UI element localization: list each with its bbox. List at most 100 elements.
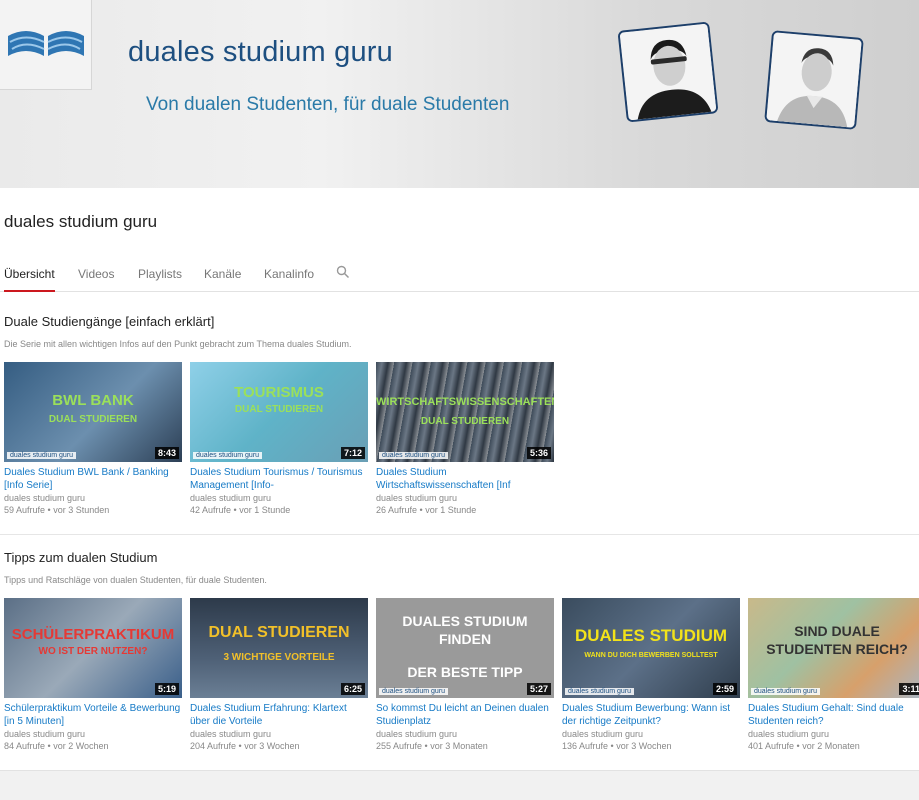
video-views: 59 Aufrufe xyxy=(4,505,46,515)
video-card[interactable]: SIND DUALE STUDENTEN REICH? duales studi… xyxy=(748,598,919,752)
video-stats: 42 Aufrufe • vor 1 Stunde xyxy=(190,505,291,515)
tab-playlists[interactable]: Playlists xyxy=(138,267,182,292)
video-card[interactable]: SCHÜLERPRAKTIKUM WO IST DER NUTZEN? 5:19… xyxy=(4,598,182,752)
video-views: 401 Aufrufe xyxy=(748,741,795,751)
video-title[interactable]: Duales Studium Bewerbung: Wann ist der r… xyxy=(562,702,740,728)
thumbnail-watermark: duales studium guru xyxy=(565,688,635,695)
video-duration: 8:43 xyxy=(154,447,179,459)
video-views: 26 Aufrufe xyxy=(376,505,418,515)
video-thumbnail[interactable]: TOURISMUS DUAL STUDIEREN duales studium … xyxy=(190,362,368,462)
tab-kanalinfo[interactable]: Kanalinfo xyxy=(264,267,314,292)
thumbnail-text: TOURISMUS xyxy=(234,384,324,401)
video-channel[interactable]: duales studium guru xyxy=(4,728,182,740)
video-views: 255 Aufrufe xyxy=(376,741,423,751)
video-thumbnail[interactable]: SCHÜLERPRAKTIKUM WO IST DER NUTZEN? 5:19 xyxy=(4,598,182,698)
thumbnail-text: DUALES STUDIUM FINDEN xyxy=(402,613,528,647)
search-icon[interactable] xyxy=(336,265,350,279)
video-card[interactable]: WIRTSCHAFTSWISSENSCHAFTEN DUAL STUDIEREN… xyxy=(376,362,554,516)
video-views: 136 Aufrufe xyxy=(562,741,609,751)
video-duration: 5:36 xyxy=(526,447,551,459)
channel-title: duales studium guru xyxy=(4,212,158,231)
video-views: 204 Aufrufe xyxy=(190,741,237,751)
video-duration: 5:27 xyxy=(526,683,551,695)
video-card[interactable]: DUALES STUDIUM WANN DU DICH BEWERBEN SOL… xyxy=(562,598,740,752)
founder-photo xyxy=(617,21,719,123)
video-title[interactable]: Duales Studium Erfahrung: Klartext über … xyxy=(190,702,368,728)
banner-slogan: Von dualen Studenten, für duale Studente… xyxy=(146,94,510,115)
thumbnail-text: DUAL STUDIEREN xyxy=(208,624,350,641)
video-stats: 204 Aufrufe • vor 3 Wochen xyxy=(190,741,300,751)
channel-logo[interactable] xyxy=(0,0,92,90)
video-channel[interactable]: duales studium guru xyxy=(190,492,368,504)
video-stats: 255 Aufrufe • vor 3 Monaten xyxy=(376,741,488,751)
video-title[interactable]: Duales Studium Gehalt: Sind duale Studen… xyxy=(748,702,919,728)
person-photo-icon xyxy=(765,32,864,130)
person-photo-icon xyxy=(619,23,719,123)
video-title[interactable]: Duales Studium BWL Bank / Banking [Info … xyxy=(4,466,182,492)
video-age: vor 3 Monaten xyxy=(430,741,488,751)
thumbnail-watermark: duales studium guru xyxy=(379,452,449,459)
video-card[interactable]: DUALES STUDIUM FINDEN DER BESTE TIPP dua… xyxy=(376,598,554,752)
thumbnail-text: SCHÜLERPRAKTIKUM xyxy=(11,626,175,643)
video-duration: 5:19 xyxy=(154,683,179,695)
video-thumbnail[interactable]: BWL BANK DUAL STUDIEREN duales studium g… xyxy=(4,362,182,462)
video-duration: 6:25 xyxy=(340,683,365,695)
video-thumbnail[interactable]: DUAL STUDIEREN 3 WICHTIGE VORTEILE 6:25 xyxy=(190,598,368,698)
video-thumbnail[interactable]: DUALES STUDIUM FINDEN DER BESTE TIPP dua… xyxy=(376,598,554,698)
founder-photo xyxy=(764,30,864,130)
video-thumbnail[interactable]: SIND DUALE STUDENTEN REICH? duales studi… xyxy=(748,598,919,698)
video-thumbnail[interactable]: DUALES STUDIUM WANN DU DICH BEWERBEN SOL… xyxy=(562,598,740,698)
video-age: vor 1 Stunde xyxy=(239,505,291,515)
thumbnail-watermark: duales studium guru xyxy=(193,452,263,459)
video-card[interactable]: BWL BANK DUAL STUDIEREN duales studium g… xyxy=(4,362,182,516)
banner-brand-name: duales studium guru xyxy=(128,36,393,68)
video-stats: 84 Aufrufe • vor 2 Wochen xyxy=(4,741,109,751)
thumbnail-subtext: DUAL STUDIEREN xyxy=(234,404,324,415)
video-duration: 3:11 xyxy=(899,683,919,695)
video-card[interactable]: DUAL STUDIEREN 3 WICHTIGE VORTEILE 6:25 … xyxy=(190,598,368,752)
video-stats: 401 Aufrufe • vor 2 Monaten xyxy=(748,741,860,751)
video-age: vor 2 Wochen xyxy=(53,741,109,751)
video-title[interactable]: So kommst Du leicht an Deinen dualen Stu… xyxy=(376,702,554,728)
video-channel[interactable]: duales studium guru xyxy=(376,492,554,504)
thumbnail-watermark: duales studium guru xyxy=(751,688,821,695)
video-title[interactable]: Schülerpraktikum Vorteile & Bewerbung [i… xyxy=(4,702,182,728)
tab-videos[interactable]: Videos xyxy=(78,267,114,292)
video-thumbnail[interactable]: WIRTSCHAFTSWISSENSCHAFTEN DUAL STUDIEREN… xyxy=(376,362,554,462)
thumbnail-subtext: DUAL STUDIEREN xyxy=(48,414,138,425)
video-channel[interactable]: duales studium guru xyxy=(376,728,554,740)
thumbnail-text: BWL BANK xyxy=(52,392,134,409)
video-stats: 59 Aufrufe • vor 3 Stunden xyxy=(4,505,110,515)
section-description: Die Serie mit allen wichtigen Infos auf … xyxy=(4,339,352,349)
channel-tabs: Übersicht Videos Playlists Kanäle Kanali… xyxy=(0,262,919,292)
video-duration: 2:59 xyxy=(712,683,737,695)
page-footer-strip xyxy=(0,770,919,800)
video-channel[interactable]: duales studium guru xyxy=(4,492,182,504)
video-channel[interactable]: duales studium guru xyxy=(562,728,740,740)
video-title[interactable]: Duales Studium Tourismus / Tourismus Man… xyxy=(190,466,368,492)
video-age: vor 3 Wochen xyxy=(244,741,300,751)
video-channel[interactable]: duales studium guru xyxy=(190,728,368,740)
video-views: 84 Aufrufe xyxy=(4,741,46,751)
section-divider xyxy=(0,534,919,535)
video-duration: 7:12 xyxy=(340,447,365,459)
tab-uebersicht[interactable]: Übersicht xyxy=(4,267,55,292)
thumbnail-text: WIRTSCHAFTSWISSENSCHAFTEN xyxy=(376,396,554,408)
video-views: 42 Aufrufe xyxy=(190,505,232,515)
section-title[interactable]: Tipps zum dualen Studium xyxy=(4,550,157,565)
video-card[interactable]: TOURISMUS DUAL STUDIEREN duales studium … xyxy=(190,362,368,516)
video-title[interactable]: Duales Studium Wirtschaftswissenschaften… xyxy=(376,466,554,492)
section-title[interactable]: Duale Studiengänge [einfach erklärt] xyxy=(4,314,214,329)
thumbnail-text: DUALES STUDIUM xyxy=(574,626,728,645)
video-stats: 136 Aufrufe • vor 3 Wochen xyxy=(562,741,672,751)
thumbnail-watermark: duales studium guru xyxy=(379,688,449,695)
thumbnail-subtext: 3 WICHTIGE VORTEILE xyxy=(223,652,335,663)
thumbnail-text: SIND DUALE STUDENTEN REICH? xyxy=(766,623,908,657)
video-age: vor 2 Monaten xyxy=(802,741,860,751)
tab-kanaele[interactable]: Kanäle xyxy=(204,267,241,292)
channel-banner: duales studium guru Von dualen Studenten… xyxy=(0,0,919,188)
video-stats: 26 Aufrufe • vor 1 Stunde xyxy=(376,505,477,515)
thumbnail-subtext: DUAL STUDIEREN xyxy=(420,416,510,427)
video-channel[interactable]: duales studium guru xyxy=(748,728,919,740)
open-book-icon xyxy=(8,31,84,56)
